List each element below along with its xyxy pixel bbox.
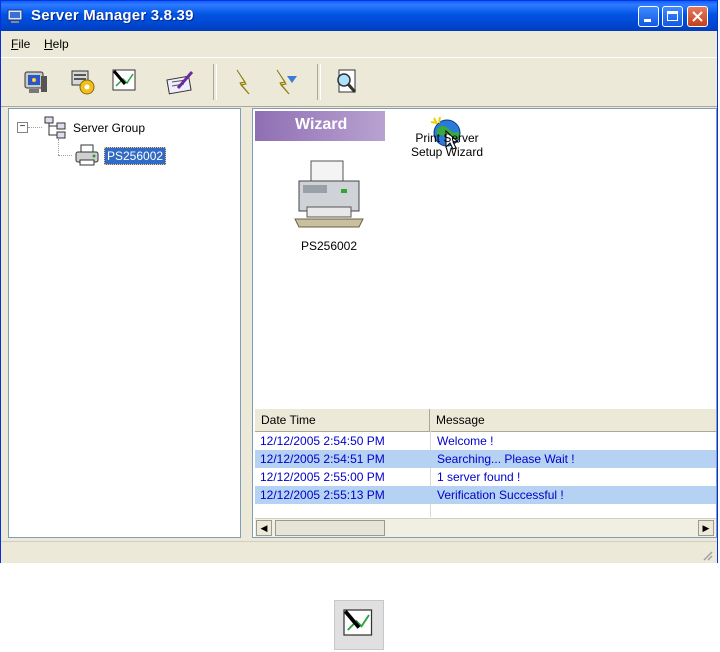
menu-file[interactable]: File [11,37,30,51]
maximize-icon [667,11,678,21]
log-message: Searching... Please Wait ! [437,452,575,466]
log-row[interactable]: 12/12/2005 2:54:50 PM Welcome ! [255,432,716,450]
maximize-button[interactable] [662,6,683,27]
tree-collapse-toggle[interactable]: − [17,122,28,133]
log-header: Date Time Message [255,409,716,432]
scroll-right-arrow-icon[interactable]: ▶ [698,520,714,536]
pane-splitter[interactable] [243,108,250,538]
lightning-icon[interactable] [227,66,259,98]
monitor-icon[interactable] [19,66,51,98]
server-group-icon [44,116,66,139]
wand-chart-icon-enlarged-frame [334,600,384,650]
close-button[interactable] [687,6,708,27]
log-message: 1 server found ! [437,470,521,484]
log-datetime: 12/12/2005 2:54:50 PM [260,434,385,448]
setup-wizard-label[interactable]: Print Server Setup Wizard [401,131,493,159]
menu-help[interactable]: Help [44,37,69,51]
search-doc-icon[interactable] [331,66,363,98]
wizard-banner-title: Wizard [295,116,348,133]
print-server-device-icon[interactable] [293,159,365,233]
status-bar [1,541,717,563]
window-title: Server Manager 3.8.39 [31,7,194,24]
tree-child-label-selected[interactable]: PS256002 [104,147,167,165]
log-row[interactable]: 12/12/2005 2:55:13 PM Verification Succe… [255,486,716,504]
menu-file-label: ile [18,37,31,51]
wizard-banner: Wizard [255,111,385,141]
wand-chart-icon [343,609,373,636]
printer-icon [75,144,99,166]
resize-grip-icon[interactable] [701,549,713,561]
scroll-thumb[interactable] [275,520,385,536]
gear-settings-icon[interactable] [67,66,99,98]
setup-wizard-label-line1: Print Server [415,131,479,145]
scroll-left-arrow-icon[interactable]: ◀ [256,520,272,536]
tree-connector [58,155,72,156]
tree-connector [28,127,42,128]
menu-bar: File Help [1,32,717,55]
tree-connector [58,139,59,155]
device-label[interactable]: PS256002 [287,239,371,253]
log-message: Verification Successful ! [437,488,564,502]
log-row[interactable]: 12/12/2005 2:54:51 PM Searching... Pleas… [255,450,716,468]
lightning-filter-icon[interactable] [269,66,301,98]
menu-help-label: elp [52,37,69,51]
column-header-datetime[interactable]: Date Time [255,409,430,431]
title-bar[interactable]: Server Manager 3.8.39 [1,1,717,31]
horizontal-scrollbar[interactable]: ◀ ▶ [255,518,716,537]
toolbar-separator [213,64,217,100]
app-icon [7,9,23,23]
column-header-message[interactable]: Message [430,409,716,431]
edit-notes-icon[interactable] [164,66,196,98]
toolbar-separator [317,64,321,100]
wizard-pane: Wizard PS256002 Print Server Setup Wizar… [252,108,717,538]
close-icon [692,11,703,22]
log-datetime: 12/12/2005 2:55:00 PM [260,470,385,484]
log-message: Welcome ! [437,434,494,448]
collapse-glyph: − [19,121,26,132]
setup-wizard-label-line2: Setup Wizard [410,145,484,159]
wand-chart-icon[interactable] [109,66,141,98]
minimize-button[interactable] [638,6,659,27]
log-datetime: 12/12/2005 2:55:13 PM [260,488,385,502]
log-row[interactable]: 12/12/2005 2:55:00 PM 1 server found ! [255,468,716,486]
minimize-icon [644,19,651,22]
server-manager-window: Server Manager 3.8.39 File Help − Server… [0,0,718,563]
menu-help-mnemonic: H [44,37,53,51]
server-tree-pane[interactable]: − Server Group PS256002 [8,108,241,538]
log-datetime: 12/12/2005 2:54:51 PM [260,452,385,466]
toolbar [1,57,717,107]
tree-root-label[interactable]: Server Group [73,121,145,135]
